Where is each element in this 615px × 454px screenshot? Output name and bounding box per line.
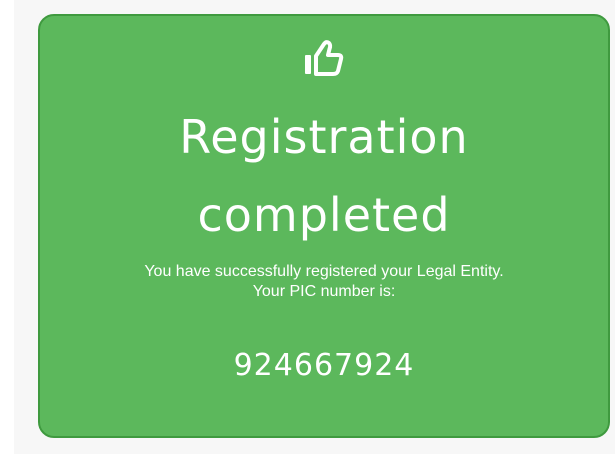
success-message-line-1: You have successfully registered your Le… <box>144 263 504 280</box>
pic-number: 924667924 <box>233 348 415 383</box>
page-title: Registration completed <box>40 98 608 254</box>
success-message: You have successfully registered your Le… <box>40 262 608 302</box>
success-message-line-2: Your PIC number is: <box>252 283 396 300</box>
title-line-1: Registration <box>179 110 469 164</box>
thumbs-up-icon <box>302 38 346 78</box>
title-line-2: completed <box>197 188 451 242</box>
registration-success-card: Registration completed You have successf… <box>38 14 610 438</box>
